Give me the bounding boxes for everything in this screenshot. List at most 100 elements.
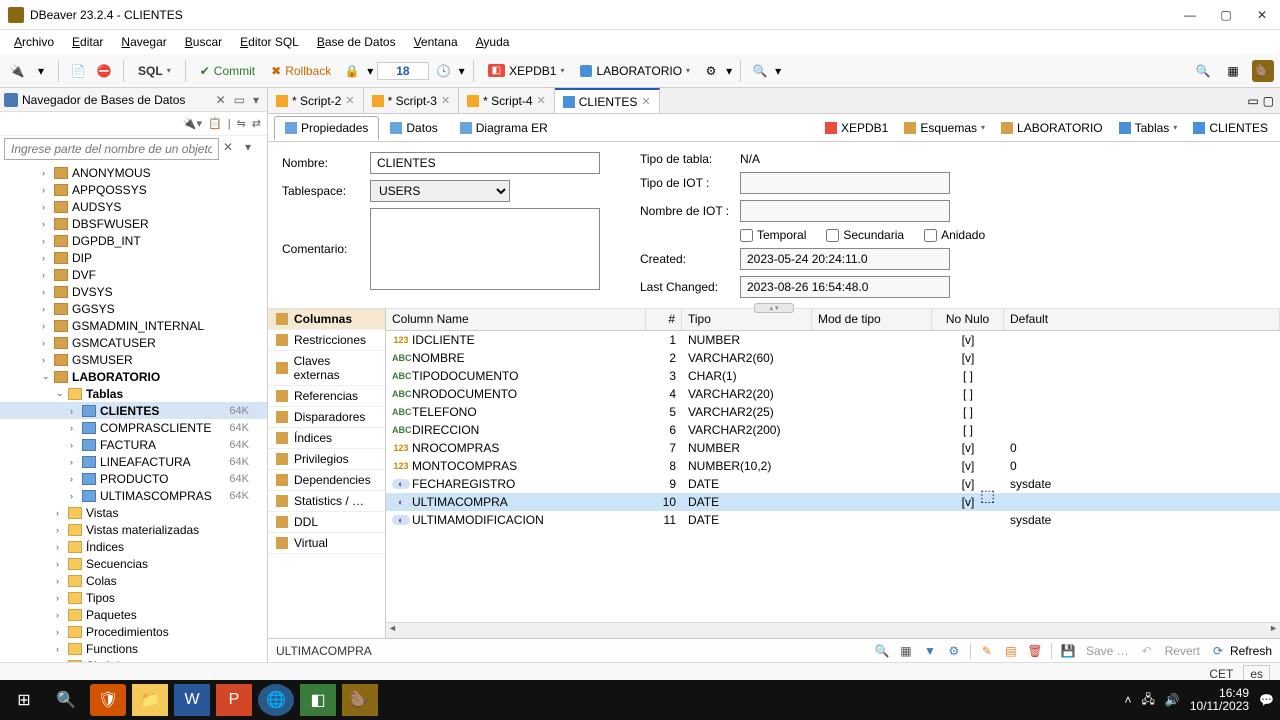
table-FACTURA[interactable]: ›FACTURA64K	[0, 436, 267, 453]
footer-add-icon[interactable]: ▤	[1001, 641, 1021, 661]
column-row-DIRECCION[interactable]: ABCDIRECCION6VARCHAR2(200)[ ]	[386, 421, 1280, 439]
tab-datos[interactable]: Datos	[379, 116, 448, 140]
editor-max-icon[interactable]: ▢	[1263, 94, 1274, 108]
folder-Colas[interactable]: ›Colas	[0, 572, 267, 589]
tab-close-icon[interactable]: ✕	[537, 94, 546, 107]
schema-GSMADMIN_INTERNAL[interactable]: ›GSMADMIN_INTERNAL	[0, 317, 267, 334]
folder-Functions[interactable]: ›Functions	[0, 640, 267, 657]
menu-base de datos[interactable]: Base de Datos	[309, 33, 404, 51]
tx-count[interactable]: 18	[377, 62, 428, 80]
table-PRODUCTO[interactable]: ›PRODUCTO64K	[0, 470, 267, 487]
taskbar-app-2[interactable]: 📁	[132, 684, 168, 716]
filter-menu-icon[interactable]: ▾	[245, 140, 263, 158]
nombre-iot-input[interactable]	[740, 200, 950, 222]
footer-search-icon[interactable]: 🔍	[872, 641, 892, 661]
category-Statistics / …[interactable]: Statistics / …	[268, 491, 385, 512]
horizontal-scrollbar[interactable]	[386, 622, 1280, 638]
nav-collapse-icon[interactable]: ⇋	[237, 117, 246, 130]
breadcrumb-CLIENTES[interactable]: CLIENTES	[1187, 119, 1274, 137]
breadcrumb-LABORATORIO[interactable]: LABORATORIO	[995, 119, 1109, 137]
close-button[interactable]: ✕	[1252, 8, 1272, 22]
column-row-ULTIMAMODIFICACION[interactable]: ◐ULTIMAMODIFICACION11DATEsysdate	[386, 511, 1280, 529]
schema-laboratorio[interactable]: ⌄LABORATORIO	[0, 368, 267, 385]
tipo-iot-input[interactable]	[740, 172, 950, 194]
column-row-IDCLIENTE[interactable]: 123IDCLIENTE1NUMBER[v]	[386, 331, 1280, 349]
taskbar-app-5[interactable]: 🌐	[258, 684, 294, 716]
column-row-TIPODOCUMENTO[interactable]: ABCTIPODOCUMENTO3CHAR(1)[ ]	[386, 367, 1280, 385]
commit-button[interactable]: ✔ Commit	[194, 62, 261, 80]
tab-close-icon[interactable]: ✕	[641, 95, 650, 108]
table-CLIENTES[interactable]: ›CLIENTES64K	[0, 402, 267, 419]
menu-buscar[interactable]: Buscar	[177, 33, 230, 51]
tx-mode-icon[interactable]: 🔒	[341, 60, 363, 82]
history-icon[interactable]: 🕓	[433, 60, 455, 82]
schema-DVSYS[interactable]: ›DVSYS	[0, 283, 267, 300]
folder-Tipos[interactable]: ›Tipos	[0, 589, 267, 606]
tray-notifications-icon[interactable]: 💬	[1259, 693, 1274, 707]
settings-icon[interactable]: ⚙	[700, 60, 722, 82]
start-button[interactable]: ⊞	[6, 684, 42, 716]
schema-GGSYS[interactable]: ›GGSYS	[0, 300, 267, 317]
schema-APPQOSSYS[interactable]: ›APPQOSSYS	[0, 181, 267, 198]
footer-delete-icon[interactable]: 🗑	[1025, 641, 1045, 661]
schema-ANONYMOUS[interactable]: ›ANONYMOUS	[0, 164, 267, 181]
search-icon[interactable]: 🔍	[749, 60, 771, 82]
footer-edit-icon[interactable]: ✎	[977, 641, 997, 661]
footer-refresh-label[interactable]: Refresh	[1230, 644, 1272, 658]
nombre-input[interactable]	[370, 152, 600, 174]
column-row-MONTOCOMPRAS[interactable]: 123MONTOCOMPRAS8NUMBER(10,2)[v]0	[386, 457, 1280, 475]
taskbar-app-1[interactable]: 🛡	[90, 684, 126, 716]
filter-clear-icon[interactable]: ✕	[223, 140, 241, 158]
tab-diagrama[interactable]: Diagrama ER	[449, 116, 559, 140]
tray-volume-icon[interactable]: 🔊	[1165, 693, 1180, 707]
perspective-icon[interactable]: ▦	[1222, 60, 1244, 82]
table-ULTIMASCOMPRAS[interactable]: ›ULTIMASCOMPRAS64K	[0, 487, 267, 504]
sql-button[interactable]: SQL▾	[132, 62, 177, 80]
new-connection-icon[interactable]: 🔌	[6, 60, 28, 82]
editor-tab[interactable]: CLIENTES✕	[555, 88, 660, 113]
category-DDL[interactable]: DDL	[268, 512, 385, 533]
taskbar-app-6[interactable]: ◧	[300, 684, 336, 716]
column-row-TELEFONO[interactable]: ABCTELEFONO5VARCHAR2(25)[ ]	[386, 403, 1280, 421]
folder-Sinónimos[interactable]: ›Sinónimos	[0, 657, 267, 662]
tab-propiedades[interactable]: Propiedades	[274, 116, 379, 140]
schema-DIP[interactable]: ›DIP	[0, 249, 267, 266]
split-handle[interactable]: ▴ ▾	[754, 303, 794, 313]
tablespace-select[interactable]: USERS	[370, 180, 510, 202]
schema-DVF[interactable]: ›DVF	[0, 266, 267, 283]
breadcrumb-Tablas[interactable]: Tablas▾	[1113, 119, 1184, 137]
menu-editar[interactable]: Editar	[64, 33, 111, 51]
schema-GSMCATUSER[interactable]: ›GSMCATUSER	[0, 334, 267, 351]
column-row-NOMBRE[interactable]: ABCNOMBRE2VARCHAR2(60)[v]	[386, 349, 1280, 367]
dbeaver-icon[interactable]: 🦫	[1252, 60, 1274, 82]
folder-Índices[interactable]: ›Índices	[0, 538, 267, 555]
menu-editor sql[interactable]: Editor SQL	[232, 33, 307, 51]
taskbar-clock[interactable]: 16:4910/11/2023	[1190, 687, 1249, 713]
category-Referencias[interactable]: Referencias	[268, 386, 385, 407]
navigator-filter-input[interactable]	[4, 138, 219, 160]
folder-Procedimientos[interactable]: ›Procedimientos	[0, 623, 267, 640]
editor-min-icon[interactable]: ▭	[1247, 94, 1258, 108]
folder-Vistas[interactable]: ›Vistas	[0, 504, 267, 521]
schema-GSMUSER[interactable]: ›GSMUSER	[0, 351, 267, 368]
category-Restricciones[interactable]: Restricciones	[268, 330, 385, 351]
nav-add-icon[interactable]: 🔌▾	[183, 117, 202, 130]
category-Columnas[interactable]: Columnas	[268, 309, 385, 330]
column-row-FECHAREGISTRO[interactable]: ◐FECHAREGISTRO9DATE[v]sysdate	[386, 475, 1280, 493]
table-COMPRASCLIENTE[interactable]: ›COMPRASCLIENTE64K	[0, 419, 267, 436]
taskbar-app-4[interactable]: P	[216, 684, 252, 716]
column-row-NROCOMPRAS[interactable]: 123NROCOMPRAS7NUMBER[v]0	[386, 439, 1280, 457]
navigator-menu-icon[interactable]: ▾	[253, 93, 259, 107]
editor-tab[interactable]: * Script-3✕	[364, 88, 460, 113]
folder-Secuencias[interactable]: ›Secuencias	[0, 555, 267, 572]
col-header-idx[interactable]: #	[646, 309, 682, 330]
footer-filter-icon[interactable]: ▼	[920, 641, 940, 661]
connection-selector[interactable]: ◧ XEPDB1 ▾	[482, 62, 571, 80]
maximize-button[interactable]: ▢	[1216, 8, 1236, 22]
menu-ayuda[interactable]: Ayuda	[468, 33, 518, 51]
column-row-ULTIMACOMPRA[interactable]: ◐ULTIMACOMPRA10DATE[v]	[386, 493, 1280, 511]
tray-chevron-icon[interactable]: ˄	[1125, 693, 1132, 707]
category-Virtual[interactable]: Virtual	[268, 533, 385, 554]
col-header-mod[interactable]: Mod de tipo	[812, 309, 932, 330]
navigator-close-icon[interactable]: ✕	[216, 93, 226, 107]
